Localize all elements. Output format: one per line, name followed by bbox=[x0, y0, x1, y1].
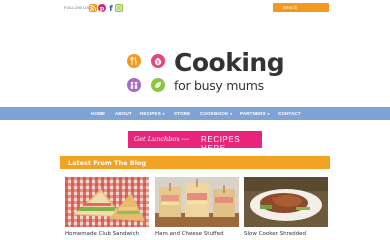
main-nav: HOME ABOUT RECIPES▼ STORE COOKBOOK▼ PART… bbox=[0, 107, 390, 120]
post-card[interactable]: Slow Cooker Shredded bbox=[244, 177, 328, 237]
fork-knife-icon bbox=[127, 54, 141, 68]
chevron-down-icon: ▼ bbox=[161, 111, 166, 116]
post-title[interactable]: Homemade Club Sandwich bbox=[65, 231, 139, 237]
money-bag-icon: $ bbox=[151, 54, 165, 68]
facebook-icon[interactable]: f bbox=[107, 4, 115, 12]
post-thumbnail-slow-cooker[interactable] bbox=[244, 177, 328, 227]
nav-item-home[interactable]: HOME bbox=[91, 111, 105, 116]
leaf-icon bbox=[151, 78, 165, 92]
site-logo[interactable]: $ Cooking for busy mums bbox=[127, 49, 285, 98]
follow-us-label: FOLLOW US bbox=[64, 5, 90, 10]
post-card[interactable]: Ham and Cheese Stuffed bbox=[155, 177, 239, 237]
post-title[interactable]: Slow Cooker Shredded bbox=[244, 231, 306, 237]
svg-text:f: f bbox=[109, 4, 113, 12]
nav-item-partners[interactable]: PARTNERS▼ bbox=[240, 111, 270, 116]
pinterest-icon[interactable]: p bbox=[98, 4, 106, 12]
nav-item-cookbook[interactable]: COOKBOOK▼ bbox=[200, 111, 233, 116]
rss-icon[interactable] bbox=[89, 4, 97, 12]
search-icon[interactable] bbox=[276, 5, 282, 20]
lunchbox-banner[interactable]: Get Lunchbox ideas RECIPES HERE bbox=[128, 131, 262, 153]
nav-item-contact[interactable]: CONTACT bbox=[278, 111, 301, 116]
nav-label-partners: PARTNERS bbox=[240, 110, 266, 116]
family-icon bbox=[127, 78, 141, 92]
search-field[interactable]: Search bbox=[273, 3, 329, 20]
instagram-icon[interactable] bbox=[115, 4, 123, 12]
post-title[interactable]: Ham and Cheese Stuffed bbox=[155, 231, 224, 237]
search-placeholder: Search bbox=[283, 4, 298, 10]
banner-small-text: ideas bbox=[181, 137, 189, 141]
chevron-down-icon: ▼ bbox=[229, 111, 233, 116]
banner-script-text: Get Lunchbox bbox=[134, 135, 180, 143]
top-bar: FOLLOW US p f Search bbox=[0, 0, 390, 20]
nav-label-recipes: RECIPES bbox=[140, 110, 161, 116]
banner-cta-text: RECIPES HERE bbox=[201, 134, 241, 153]
post-thumbnail-club-sandwich[interactable] bbox=[65, 177, 149, 227]
section-title: Latest From The Blog bbox=[68, 158, 147, 167]
nav-item-about[interactable]: ABOUT bbox=[115, 111, 132, 116]
nav-item-recipes[interactable]: RECIPES▼ bbox=[140, 111, 165, 116]
chevron-down-icon: ▼ bbox=[266, 111, 271, 116]
nav-item-store[interactable]: STORE bbox=[174, 111, 190, 116]
post-thumbnail-ham-cheese[interactable] bbox=[155, 177, 239, 227]
logo-wordmark: Cooking bbox=[174, 48, 285, 77]
latest-section-header: Latest From The Blog bbox=[60, 156, 330, 169]
svg-text:$: $ bbox=[157, 60, 160, 65]
svg-text:p: p bbox=[100, 4, 105, 12]
nav-label-cookbook: COOKBOOK bbox=[200, 110, 229, 116]
post-card[interactable]: Homemade Club Sandwich bbox=[65, 177, 149, 237]
page: FOLLOW US p f Search $ Cooking for busy … bbox=[0, 0, 390, 240]
logo-tagline: for busy mums bbox=[174, 78, 264, 93]
